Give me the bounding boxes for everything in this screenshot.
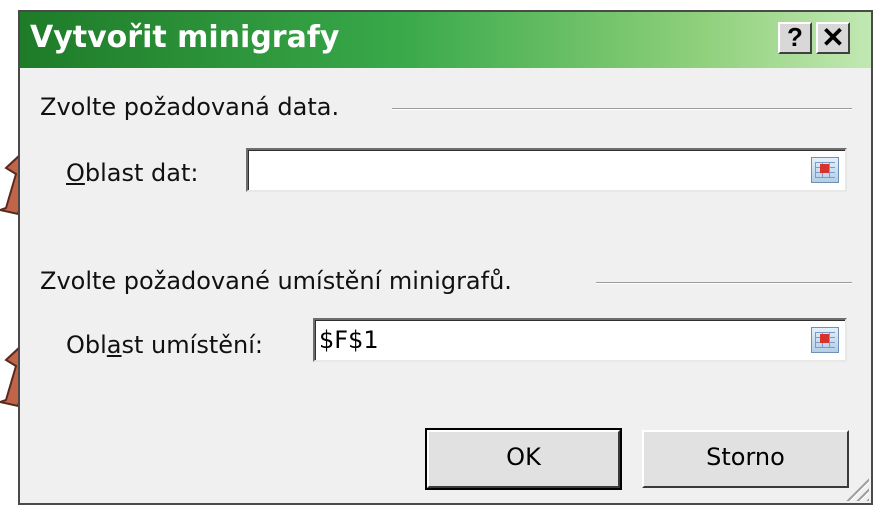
location-range-label-end: st umístění: xyxy=(121,331,263,359)
range-picker-icon[interactable] xyxy=(811,157,839,183)
location-range-label-mnemonic: a xyxy=(106,331,122,359)
location-range-field[interactable] xyxy=(313,318,847,362)
location-range-label-start: Obl xyxy=(66,331,107,359)
close-button[interactable]: ✕ xyxy=(816,22,850,54)
data-range-field[interactable] xyxy=(246,148,847,192)
data-range-label: Oblast dat: xyxy=(66,158,198,188)
title-bar[interactable]: Vytvořit minigrafy ? ✕ xyxy=(20,12,871,68)
location-range-input[interactable] xyxy=(319,325,801,355)
data-range-label-mnemonic: O xyxy=(66,159,85,187)
help-button[interactable]: ? xyxy=(778,22,812,54)
dialog-title: Vytvořit minigrafy xyxy=(30,20,340,55)
location-section-heading: Zvolte požadované umístění minigrafů. xyxy=(40,267,512,295)
section-divider xyxy=(596,282,852,284)
create-sparklines-dialog: Vytvořit minigrafy ? ✕ Zvolte požadovaná… xyxy=(18,10,873,505)
ok-button[interactable]: OK xyxy=(425,428,622,490)
location-range-label: Oblast umístění: xyxy=(66,330,263,360)
section-divider xyxy=(392,108,852,110)
data-range-input[interactable] xyxy=(252,155,801,185)
range-picker-icon[interactable] xyxy=(811,327,839,353)
data-range-label-rest: blast dat: xyxy=(84,159,199,187)
data-section-heading: Zvolte požadovaná data. xyxy=(40,93,340,121)
cancel-button[interactable]: Storno xyxy=(642,430,849,488)
